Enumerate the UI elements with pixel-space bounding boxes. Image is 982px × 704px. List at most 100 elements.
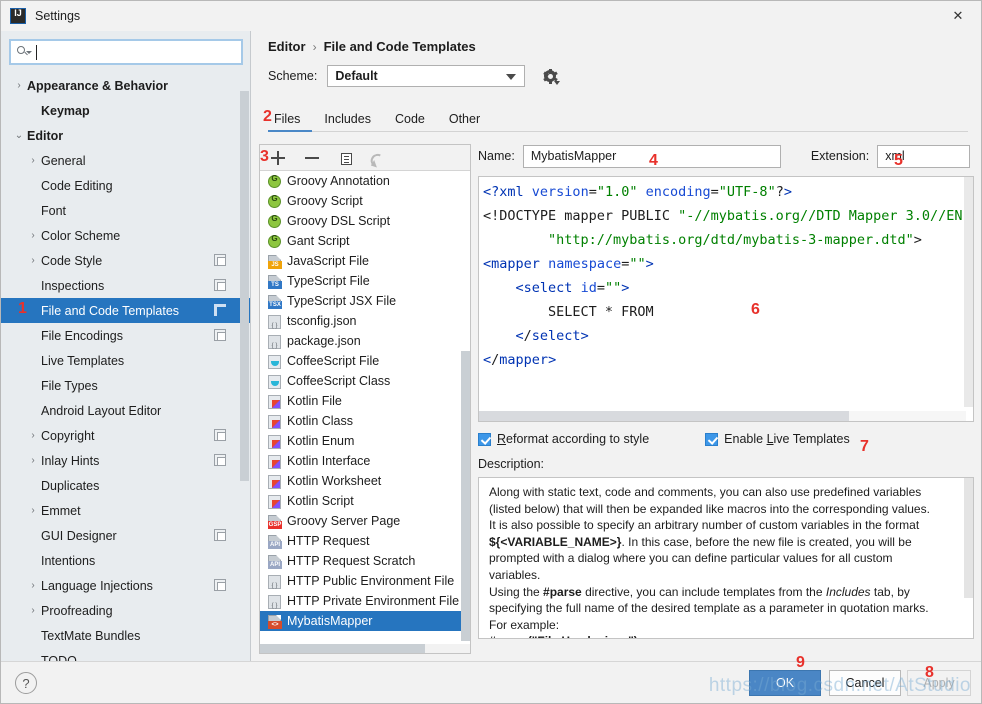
chevron-right-icon[interactable]: › <box>25 230 41 241</box>
list-item[interactable]: HTTP Private Environment File <box>260 591 470 611</box>
sidebar-item-live-templates[interactable]: ›Live Templates <box>1 348 250 373</box>
code-editor-hscrollbar[interactable] <box>479 411 966 421</box>
chevron-right-icon[interactable]: › <box>25 505 41 516</box>
code-editor-hscrollbar-thumb[interactable] <box>479 411 849 421</box>
list-item[interactable]: TSX TypeScript JSX File <box>260 291 470 311</box>
list-item[interactable]: TS TypeScript File <box>260 271 470 291</box>
ok-button[interactable]: OK <box>749 670 821 696</box>
tab-code[interactable]: Code <box>383 112 437 131</box>
copy-template-button[interactable] <box>339 151 352 165</box>
list-item[interactable]: Kotlin Enum <box>260 431 470 451</box>
list-item[interactable]: Groovy DSL Script <box>260 211 470 231</box>
list-item[interactable]: HTTP Public Environment File <box>260 571 470 591</box>
sidebar-item-gui-designer[interactable]: ›GUI Designer <box>1 523 250 548</box>
list-item[interactable]: Kotlin Interface <box>260 451 470 471</box>
chevron-right-icon[interactable]: › <box>25 605 41 616</box>
sidebar-item-general[interactable]: › General <box>1 148 250 173</box>
list-item[interactable]: CoffeeScript Class <box>260 371 470 391</box>
list-item[interactable]: GSP Groovy Server Page <box>260 511 470 531</box>
template-list-hscrollbar[interactable] <box>260 644 470 653</box>
search-input[interactable] <box>37 42 241 62</box>
sidebar-item-textmate-bundles[interactable]: ›TextMate Bundles <box>1 623 250 648</box>
sidebar-item-font[interactable]: ›Font <box>1 198 250 223</box>
search-box[interactable] <box>9 39 243 65</box>
sidebar-item-code-style[interactable]: › Code Style <box>1 248 250 273</box>
tab-other[interactable]: Other <box>437 112 492 131</box>
live-templates-checkbox[interactable]: Enable Live Templates <box>705 432 850 446</box>
add-template-button[interactable] <box>270 150 286 166</box>
list-item[interactable]: Groovy Annotation <box>260 171 470 191</box>
list-item[interactable]: API HTTP Request <box>260 531 470 551</box>
sidebar-item-emmet[interactable]: › Emmet <box>1 498 250 523</box>
list-item[interactable]: Groovy Script <box>260 191 470 211</box>
sidebar-item-label: TextMate Bundles <box>41 628 141 643</box>
sidebar-item-file-encodings[interactable]: ›File Encodings <box>1 323 250 348</box>
list-item[interactable]: JS JavaScript File <box>260 251 470 271</box>
sidebar-item-label: File Types <box>41 378 98 393</box>
sidebar-item-intentions[interactable]: ›Intentions <box>1 548 250 573</box>
list-item[interactable]: CoffeeScript File <box>260 351 470 371</box>
sidebar-item-file-types[interactable]: ›File Types <box>1 373 250 398</box>
tab-files[interactable]: Files <box>268 112 313 132</box>
reformat-checkbox[interactable]: Reformat according to style <box>478 432 649 446</box>
sidebar-item-language-injections[interactable]: › Language Injections <box>1 573 250 598</box>
annotation-marker-4: 4 <box>649 152 658 169</box>
list-item-label: Groovy DSL Script <box>287 214 391 228</box>
sidebar-item-duplicates[interactable]: ›Duplicates <box>1 473 250 498</box>
sidebar-item-inspections[interactable]: ›Inspections <box>1 273 250 298</box>
sidebar-item-proofreading[interactable]: › Proofreading <box>1 598 250 623</box>
sidebar-item-inlay-hints[interactable]: › Inlay Hints <box>1 448 250 473</box>
tab-includes[interactable]: Includes <box>312 112 383 131</box>
kotlin-file-icon <box>268 394 281 409</box>
chevron-right-icon[interactable]: › <box>25 430 41 441</box>
sidebar-scrollbar-thumb[interactable] <box>240 91 249 481</box>
remove-template-button[interactable] <box>304 150 320 166</box>
sidebar-scrollbar[interactable] <box>240 73 249 661</box>
sidebar-item-file-and-code-templates[interactable]: ›File and Code Templates <box>1 298 250 323</box>
settings-tree[interactable]: ›Appearance & Behavior›Keymap⌄Editor›Gen… <box>1 73 250 661</box>
list-item[interactable]: package.json <box>260 331 470 351</box>
sidebar-item-editor[interactable]: ⌄ Editor <box>1 123 250 148</box>
sidebar-item-color-scheme[interactable]: › Color Scheme <box>1 223 250 248</box>
list-item[interactable]: API HTTP Request Scratch <box>260 551 470 571</box>
description-scrollbar-thumb[interactable] <box>964 478 973 598</box>
list-item[interactable]: Gant Script <box>260 231 470 251</box>
template-list[interactable]: Groovy Annotation Groovy Script Groovy DSL… <box>260 171 470 653</box>
scheme-dropdown[interactable]: Default <box>327 65 526 87</box>
chevron-right-icon[interactable]: › <box>11 80 27 91</box>
list-item[interactable]: tsconfig.json <box>260 311 470 331</box>
description-scrollbar[interactable] <box>964 478 973 638</box>
template-list-scrollbar-thumb[interactable] <box>461 351 470 641</box>
sidebar-item-todo[interactable]: ›TODO <box>1 648 250 662</box>
code-editor-vscrollbar-thumb[interactable] <box>964 177 973 407</box>
code-editor-vscrollbar[interactable] <box>964 177 973 421</box>
template-code-editor[interactable]: <?xml version="1.0" encoding="UTF-8"?> <!… <box>478 176 974 422</box>
chevron-right-icon[interactable]: › <box>25 255 41 266</box>
chevron-down-icon <box>506 74 517 80</box>
list-item[interactable]: Kotlin Script <box>260 491 470 511</box>
sidebar-item-copyright[interactable]: › Copyright <box>1 423 250 448</box>
chevron-down-icon[interactable]: ⌄ <box>11 130 27 141</box>
template-list-scrollbar[interactable] <box>461 171 470 653</box>
breadcrumb-root[interactable]: Editor <box>268 39 306 54</box>
list-item[interactable]: Kotlin Class <box>260 411 470 431</box>
extension-input[interactable]: xml <box>877 144 971 168</box>
sidebar-item-appearance-behavior[interactable]: › Appearance & Behavior <box>1 73 250 98</box>
sidebar-item-label: TODO <box>41 653 77 662</box>
help-button[interactable]: ? <box>15 672 37 694</box>
chevron-right-icon[interactable]: › <box>25 580 41 591</box>
list-item[interactable]: <> MybatisMapper <box>260 611 470 631</box>
chevron-right-icon[interactable]: › <box>25 155 41 166</box>
list-item[interactable]: Kotlin File <box>260 391 470 411</box>
sidebar-item-code-editing[interactable]: ›Code Editing <box>1 173 250 198</box>
cancel-button[interactable]: Cancel <box>829 670 901 696</box>
sidebar-item-label: GUI Designer <box>41 528 117 543</box>
gear-icon[interactable] <box>542 68 561 85</box>
chevron-right-icon[interactable]: › <box>25 455 41 466</box>
list-item[interactable]: Kotlin Worksheet <box>260 471 470 491</box>
sidebar-item-label: Android Layout Editor <box>41 403 162 418</box>
sidebar-item-keymap[interactable]: ›Keymap <box>1 98 250 123</box>
close-icon[interactable]: ✕ <box>935 1 981 31</box>
template-list-hscrollbar-thumb[interactable] <box>260 644 425 653</box>
sidebar-item-android-layout-editor[interactable]: ›Android Layout Editor <box>1 398 250 423</box>
